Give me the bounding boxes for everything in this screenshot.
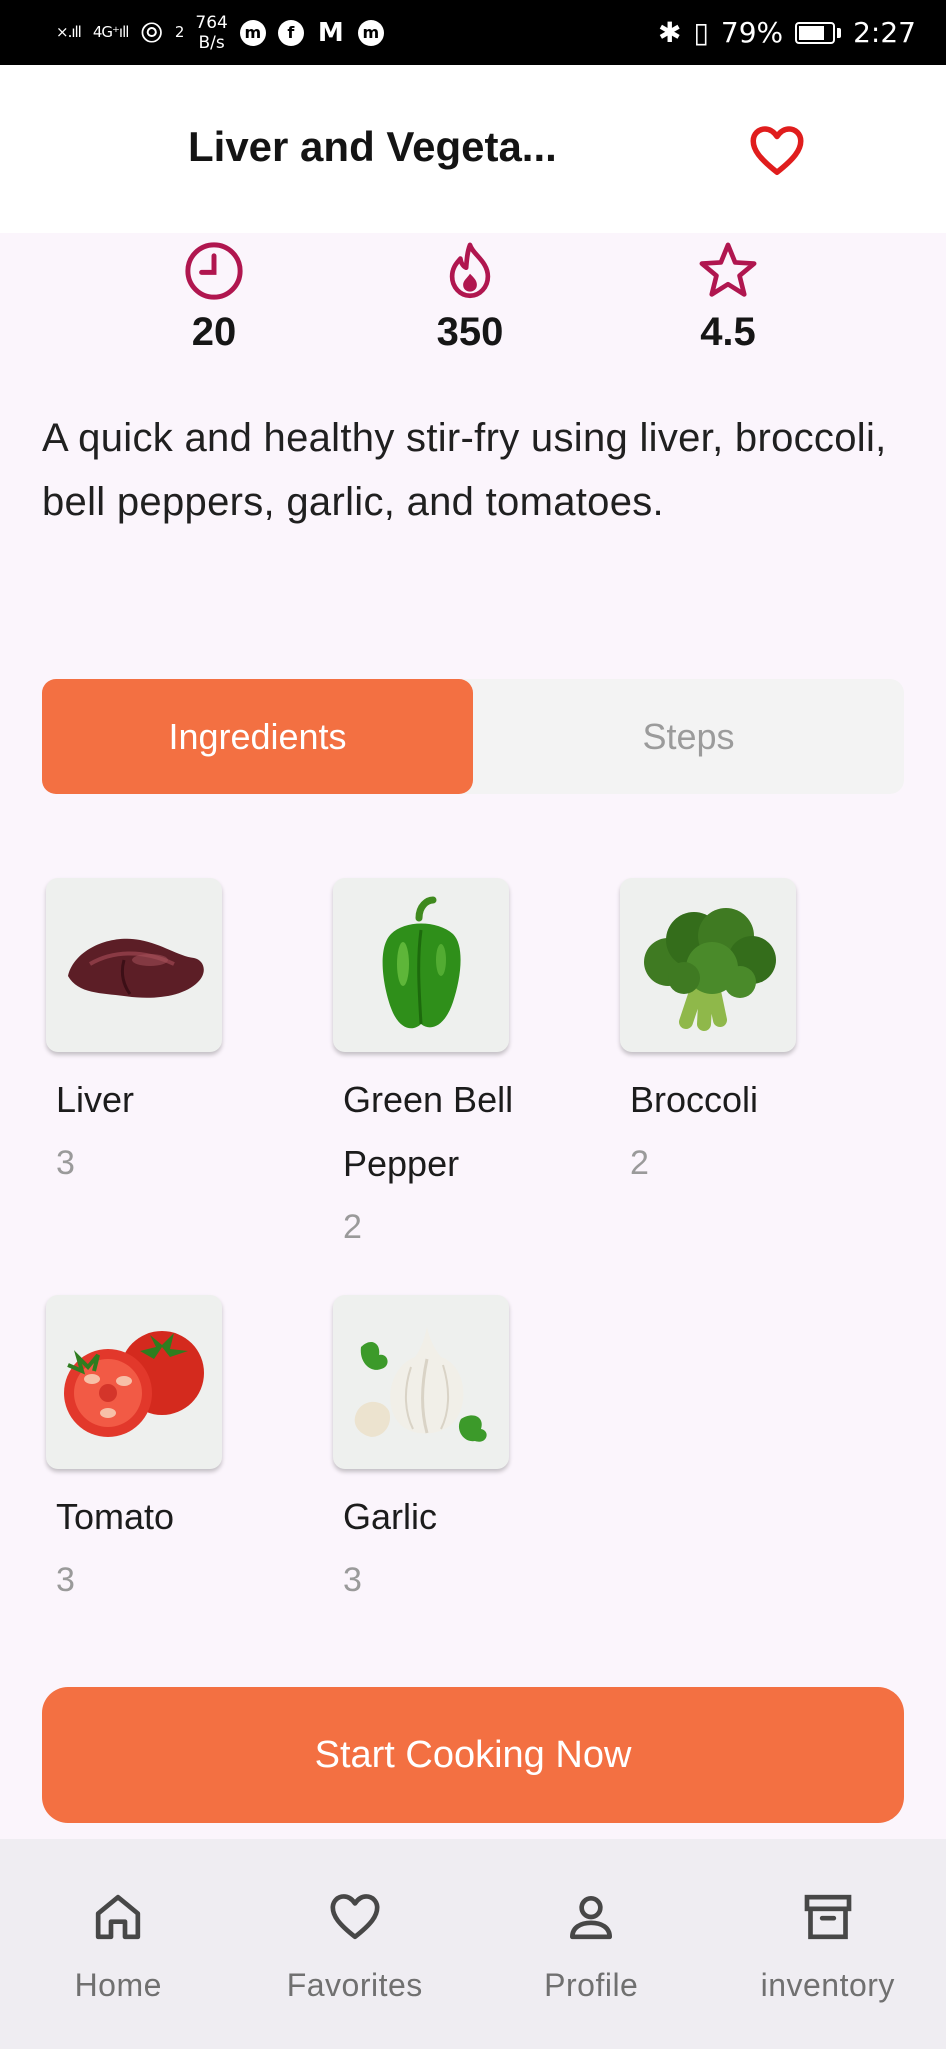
tab-steps[interactable]: Steps: [473, 679, 904, 794]
nav-inventory[interactable]: inventory: [710, 1839, 946, 2049]
tomato-image: [64, 1331, 204, 1437]
hotspot-count: 2: [174, 23, 184, 41]
stat-time: 20: [144, 238, 284, 355]
broccoli-image: [644, 908, 776, 1031]
ingredient-name: Garlic: [343, 1496, 438, 1537]
archive-box-icon: [804, 1894, 852, 1940]
heart-icon: [750, 126, 804, 175]
battery-icon: [795, 21, 842, 44]
hotspot-icon: ⦾: [140, 15, 163, 49]
tab-ingredients[interactable]: Ingredients: [42, 679, 473, 794]
ingredient-item-garlic: Garlic 3: [333, 1295, 573, 1611]
ingredient-quantity: 3: [56, 1561, 75, 1599]
stat-calories: 350: [400, 238, 540, 355]
star-icon: [699, 242, 757, 297]
ingredient-card[interactable]: [46, 878, 222, 1052]
person-icon: [570, 1896, 613, 1940]
messenger-icon-2: m: [357, 19, 384, 46]
nav-inventory-label: inventory: [760, 1967, 895, 2003]
network-speed-unit: B/s: [198, 32, 225, 53]
network-speed: 764 B/s: [195, 13, 227, 53]
bluetooth-icon: ✱: [657, 16, 682, 49]
nav-favorites-label: Favorites: [286, 1967, 423, 2003]
stat-rating: 4.5: [658, 238, 798, 355]
status-left: ×.ıll 4G⁺ıll ⦾ 2 764 B/s m f M m: [56, 13, 384, 53]
ingredient-card[interactable]: [620, 878, 796, 1052]
ingredient-quantity: 2: [630, 1144, 649, 1182]
ingredient-card[interactable]: [333, 1295, 509, 1469]
nav-profile-label: Profile: [544, 1967, 639, 2003]
ingredient-card[interactable]: [333, 878, 509, 1052]
ingredient-name: Liver: [56, 1079, 135, 1120]
home-icon: [96, 1894, 141, 1940]
signal-4g-icon: 4G⁺ıll: [92, 23, 130, 41]
battery-percent: 79%: [720, 16, 784, 49]
ingredient-item-tomato: Tomato 3: [46, 1295, 286, 1611]
status-right: ✱ ▯ 79% 2:27: [658, 16, 916, 49]
nav-home-label: Home: [74, 1967, 162, 2003]
ingredient-quantity: 3: [343, 1561, 362, 1599]
bell-pepper-image: [382, 896, 461, 1029]
messenger-icon: m: [239, 19, 266, 46]
ingredient-name: Tomato: [56, 1496, 175, 1537]
nav-home[interactable]: Home: [0, 1839, 237, 2049]
flame-icon: [449, 242, 491, 299]
start-cooking-button[interactable]: Start Cooking Now: [42, 1687, 904, 1823]
facebook-icon: f: [277, 19, 304, 46]
tab-bar: Ingredients Steps: [42, 679, 904, 794]
page-title: Liver and Vegeta...: [188, 123, 557, 170]
ingredient-name: Broccoli: [630, 1079, 759, 1120]
vibrate-icon: ▯: [693, 16, 709, 49]
bottom-navigation: Home Favorites Profile inventory: [0, 1839, 946, 2049]
heart-outline-icon: [330, 1894, 380, 1940]
ingredient-quantity: 2: [343, 1208, 362, 1246]
ingredient-item-liver: Liver 3: [46, 878, 286, 1194]
stat-calories-value: 350: [436, 310, 504, 354]
ingredient-name: Green Bell Pepper: [343, 1079, 514, 1184]
clock-icon: [185, 242, 243, 300]
status-bar: ×.ıll 4G⁺ıll ⦾ 2 764 B/s m f M m ✱ ▯ 79%…: [0, 0, 946, 65]
clock: 2:27: [853, 16, 916, 49]
nav-profile[interactable]: Profile: [473, 1839, 710, 2049]
ingredient-card[interactable]: [46, 1295, 222, 1469]
network-speed-value: 764: [195, 12, 228, 33]
nav-favorites[interactable]: Favorites: [237, 1839, 474, 2049]
stat-rating-value: 4.5: [700, 310, 756, 354]
favorite-button[interactable]: [744, 121, 810, 181]
ingredient-item-broccoli: Broccoli 2: [620, 878, 860, 1194]
recipe-description: A quick and healthy stir-fry using liver…: [42, 416, 887, 524]
liver-image: [68, 938, 204, 998]
gmail-icon: M: [317, 17, 344, 48]
garlic-image: [354, 1327, 487, 1442]
app-header: Liver and Vegeta...: [0, 65, 946, 233]
stat-time-value: 20: [191, 310, 237, 354]
ingredient-quantity: 3: [56, 1144, 75, 1182]
signal-icon: ×.ıll: [56, 23, 82, 41]
ingredient-item-green-bell-pepper: Green Bell Pepper 2: [333, 878, 573, 1258]
